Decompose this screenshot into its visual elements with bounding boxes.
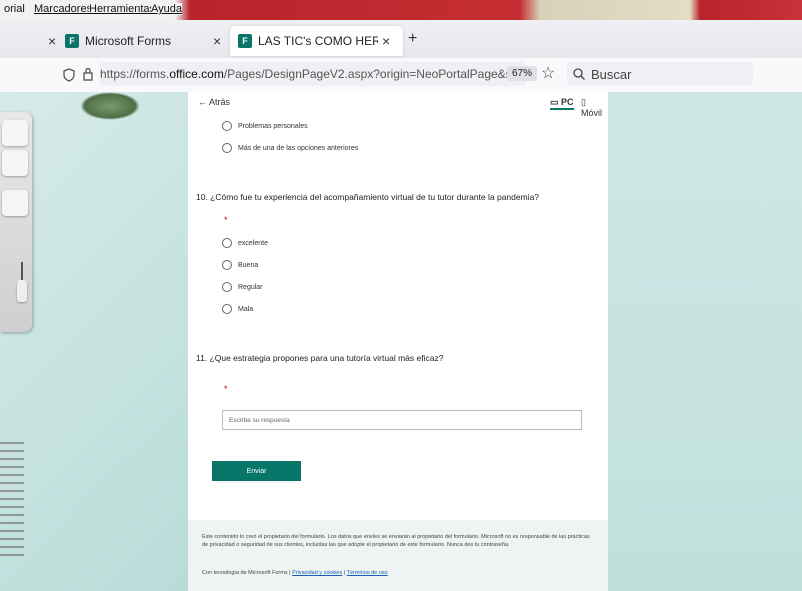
menu-bar: orial Marcadores Herramientas Ayuda [0,0,802,20]
option-regular[interactable]: Regular [222,282,263,292]
movil-view-toggle[interactable]: ▯ Móvil [581,97,608,118]
url-prefix: https://forms. [100,67,170,81]
option-buena[interactable]: Buena [222,260,258,270]
menu-item-marcadores[interactable]: Marcadores [34,3,93,15]
search-placeholder: Buscar [591,66,632,82]
url-domain: office.com [169,67,224,81]
menu-item-ayuda[interactable]: Ayuda [151,3,182,15]
form-panel: ← Atrás ▭ PC ▯ Móvil Problemas personale… [188,92,608,591]
back-label: Atrás [209,97,231,107]
footer-separator: | [343,570,346,576]
option-label: excelente [238,239,268,247]
notebook-spiral-decoration [0,442,24,562]
plant-decoration [80,92,140,120]
key-decoration [2,150,28,176]
footer-powered-by: Con tecnología de Microsoft Forms | Priv… [202,570,388,576]
forms-icon: F [238,34,252,48]
option-label: Buena [238,261,259,269]
menu-item-herramientas[interactable]: Herramientas [89,3,156,15]
answer-input[interactable]: Escriba su respuesta [222,410,582,430]
question-10-title: 10. ¿Cómo fue tu experiencia del acompañ… [196,192,540,202]
bookmark-star-icon[interactable]: ☆ [541,63,555,83]
option-label: Problemas personales [238,122,308,130]
close-tab-icon[interactable]: × [213,33,221,49]
key-decoration [2,190,28,216]
page-content: ← Atrás ▭ PC ▯ Móvil Problemas personale… [0,92,802,591]
footer-disclaimer: Este contenido lo creó el propietario de… [202,534,590,548]
answer-placeholder: Escriba su respuesta [229,416,290,424]
tab-label: LAS TIC's COMO HERRAMIENT... [258,34,378,48]
radio-button[interactable] [222,121,232,131]
option-problemas-personales[interactable]: Problemas personales [222,121,308,131]
radio-button[interactable] [222,304,232,314]
tab-microsoft-forms[interactable]: F Microsoft Forms [65,26,215,56]
radio-button[interactable] [222,282,232,292]
option-label: Más de una de las opciones anteriores [238,144,359,152]
form-footer: Este contenido lo creó el propietario de… [188,520,608,591]
url-bar: https://forms. office.com/Pages/DesignPag… [0,58,802,93]
radio-button[interactable] [222,238,232,248]
shield-icon[interactable] [62,68,76,82]
menu-item-historial[interactable]: orial [4,3,25,15]
close-tab-icon[interactable]: × [48,33,56,49]
pin-head [17,280,27,302]
pushpin-decoration [14,262,28,302]
close-tab-icon[interactable]: × [382,33,390,49]
tab-las-tics[interactable]: F LAS TIC's COMO HERRAMIENT... × [230,26,403,56]
submit-button[interactable]: Enviar [212,461,301,481]
radio-button[interactable] [222,143,232,153]
search-field[interactable]: Buscar [567,62,753,86]
option-label: Regular [238,283,263,291]
question-11-title: 11. ¿Que estrategia propones para una tu… [196,353,444,363]
pc-label: PC [561,97,574,107]
privacy-link[interactable]: Privacidad y cookies [292,570,342,576]
terms-link[interactable]: Términos de uso [347,570,388,576]
url-rest: /Pages/DesignPageV2.aspx?origin=NeoPorta… [223,67,526,81]
url-field[interactable]: https://forms. office.com/Pages/DesignPag… [100,62,526,86]
key-decoration [2,120,28,146]
background-right [608,92,802,591]
option-mala[interactable]: Mala [222,304,253,314]
tab-bar: × F Microsoft Forms × F LAS TIC's COMO H… [0,20,802,58]
new-tab-icon[interactable]: + [408,30,417,48]
pin-needle [21,262,23,282]
lock-icon[interactable] [82,67,94,82]
zoom-level[interactable]: 67% [507,66,538,81]
required-mark: * [224,384,228,394]
form-topbar: ← Atrás ▭ PC ▯ Móvil [188,92,608,118]
back-button[interactable]: ← Atrás [198,97,230,107]
search-icon [573,68,585,80]
radio-button[interactable] [222,260,232,270]
powered-text: Con tecnología de Microsoft Forms | [202,570,291,576]
forms-icon: F [65,34,79,48]
option-label: Mala [238,305,254,313]
movil-label: Móvil [581,108,603,118]
background-left [0,92,188,591]
pc-view-toggle[interactable]: ▭ PC [550,97,574,110]
option-mas-de-una[interactable]: Más de una de las opciones anteriores [222,143,358,153]
tab-label: Microsoft Forms [85,34,172,48]
required-mark: * [224,215,228,225]
option-excelente[interactable]: excelente [222,238,268,248]
